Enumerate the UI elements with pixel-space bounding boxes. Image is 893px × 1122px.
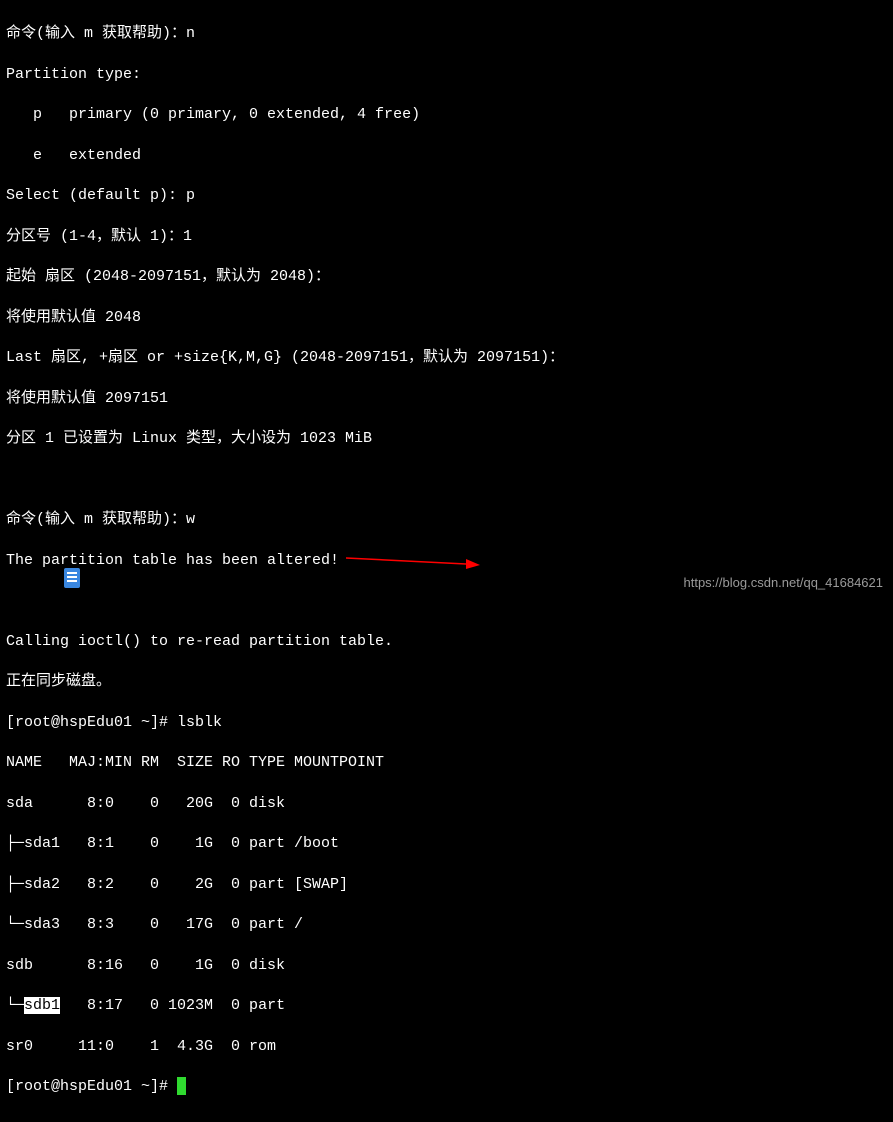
output-line: 将使用默认值 2048	[6, 308, 887, 328]
lsblk-row: sr0 11:0 1 4.3G 0 rom	[6, 1037, 887, 1057]
output-line: p primary (0 primary, 0 extended, 4 free…	[6, 105, 887, 125]
output-line	[6, 591, 887, 611]
output-line: 分区号 (1-4，默认 1)：1	[6, 227, 887, 247]
partition-detail: 8:17 0 1023M 0 part	[60, 997, 294, 1014]
lsblk-row: sda 8:0 0 20G 0 disk	[6, 794, 887, 814]
output-line: Last 扇区, +扇区 or +size{K,M,G} (2048-20971…	[6, 348, 887, 368]
lsblk-row-highlighted: └─sdb1 8:17 0 1023M 0 part	[6, 996, 887, 1016]
output-line: 命令(输入 m 获取帮助)：n	[6, 24, 887, 44]
lsblk-row: ├─sda2 8:2 0 2G 0 part [SWAP]	[6, 875, 887, 895]
cursor-block	[177, 1077, 186, 1095]
shell-prompt: [root@hspEdu01 ~]#	[6, 1078, 177, 1095]
output-line: 命令(输入 m 获取帮助)：w	[6, 510, 887, 530]
prompt-line[interactable]: [root@hspEdu01 ~]#	[6, 1077, 887, 1097]
lsblk-row: sdb 8:16 0 1G 0 disk	[6, 956, 887, 976]
output-line: 分区 1 已设置为 Linux 类型，大小设为 1023 MiB	[6, 429, 887, 449]
output-line: 正在同步磁盘。	[6, 672, 887, 692]
partition-name-highlight: sdb1	[24, 997, 60, 1014]
prompt-line: [root@hspEdu01 ~]# lsblk	[6, 713, 887, 733]
output-line: Partition type:	[6, 65, 887, 85]
output-line	[6, 470, 887, 490]
output-line: The partition table has been altered!	[6, 551, 887, 571]
terminal-output[interactable]: 命令(输入 m 获取帮助)：n Partition type: p primar…	[0, 0, 893, 1122]
output-line: 起始 扇区 (2048-2097151，默认为 2048)：	[6, 267, 887, 287]
lsblk-header: NAME MAJ:MIN RM SIZE RO TYPE MOUNTPOINT	[6, 753, 887, 773]
tree-branch: └─	[6, 997, 24, 1014]
watermark-text: https://blog.csdn.net/qq_41684621	[684, 575, 884, 590]
output-line: e extended	[6, 146, 887, 166]
output-line: Select (default p): p	[6, 186, 887, 206]
output-line: Calling ioctl() to re-read partition tab…	[6, 632, 887, 652]
lsblk-row: ├─sda1 8:1 0 1G 0 part /boot	[6, 834, 887, 854]
lsblk-row: └─sda3 8:3 0 17G 0 part /	[6, 915, 887, 935]
output-line: 将使用默认值 2097151	[6, 389, 887, 409]
